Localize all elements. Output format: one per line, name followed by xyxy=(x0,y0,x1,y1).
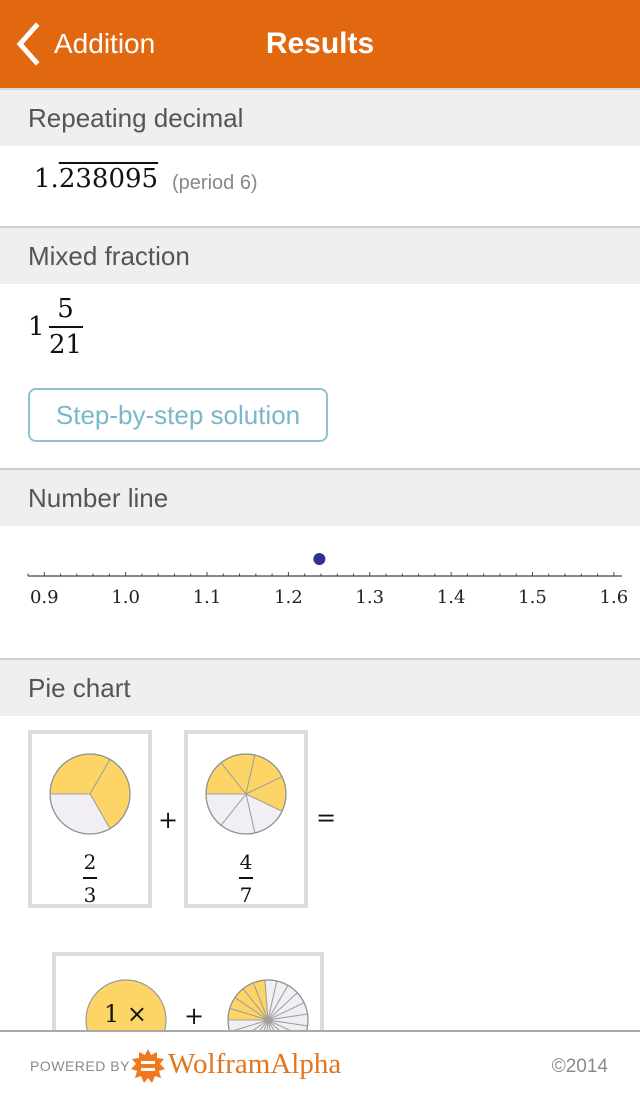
pod-number-line: Number line 0.9 1.0 1.1 1.2 1.3 1.4 1.5 1.6 xyxy=(0,468,640,658)
pod-mixed-fraction: Mixed fraction 1 5 21 Step-by-step solut… xyxy=(0,226,640,468)
pod-title: Pie chart xyxy=(0,658,640,716)
tick-label: 1.1 xyxy=(193,587,222,608)
mixed-fraction-value: 1 5 21 xyxy=(28,294,83,360)
fraction-denominator: 21 xyxy=(49,330,83,360)
pod-title: Number line xyxy=(0,468,640,526)
period-note: (period 6) xyxy=(172,172,258,194)
pie-box-two-thirds: 2 3 xyxy=(28,730,152,908)
pie-label: 4 7 xyxy=(188,850,304,907)
pie-two-thirds xyxy=(49,753,131,835)
fraction-numerator: 5 xyxy=(57,294,74,324)
pod-body: 1 5 21 Step-by-step solution xyxy=(0,284,640,468)
tick-label: 1.5 xyxy=(518,587,547,608)
plus-sign: + xyxy=(158,806,179,834)
decimal-repeating-part: 238095 xyxy=(58,164,159,194)
decimal-integer-part: 1. xyxy=(34,164,59,194)
pie-label-bar xyxy=(83,877,97,879)
pie-four-sevenths xyxy=(205,753,287,835)
number-line-chart: 0.9 1.0 1.1 1.2 1.3 1.4 1.5 1.6 xyxy=(27,553,629,608)
pod-body: 1.238095 (period 6) xyxy=(0,146,640,226)
pod-pie-chart: Pie chart 2 3 + 4 7 = 1 × + xyxy=(0,658,640,1030)
pod-title: Repeating decimal xyxy=(0,88,640,146)
page-title: Results xyxy=(0,22,640,66)
pod-title: Mixed fraction xyxy=(0,226,640,284)
whole-multiplier-label: 1 × xyxy=(104,1000,148,1028)
pie-label-numerator: 4 xyxy=(239,850,253,874)
pod-body: 2 3 + 4 7 = 1 × + xyxy=(0,716,640,1030)
page-title-text: Results xyxy=(265,27,375,60)
tick-label: 1.6 xyxy=(600,587,629,608)
pie-label: 2 3 xyxy=(32,850,148,907)
data-point xyxy=(313,553,326,565)
fraction-whole: 1 xyxy=(28,312,45,342)
pie-label-denominator: 7 xyxy=(239,882,253,907)
step-by-step-button[interactable]: Step-by-step solution xyxy=(28,388,328,442)
tick-label: 1.0 xyxy=(111,587,140,608)
tick-label: 0.9 xyxy=(30,587,59,608)
pie-box-result: 1 × + xyxy=(52,952,324,1030)
tick-label: 1.4 xyxy=(437,587,466,608)
decimal-value: 1.238095 xyxy=(34,164,158,194)
result-plus-sign: + xyxy=(184,1002,205,1030)
pie-label-bar xyxy=(239,877,253,879)
equals-sign: = xyxy=(316,804,337,832)
wolframalpha-brand[interactable]: WolframAlpha xyxy=(168,1048,341,1081)
pie-five-twentyfirsts xyxy=(227,979,309,1030)
results-content[interactable]: Repeating decimal 1.238095 (period 6) Mi… xyxy=(0,88,640,1030)
powered-by-label: POWERED BY xyxy=(30,1058,130,1074)
tick-label: 1.3 xyxy=(355,587,384,608)
pod-body: 0.9 1.0 1.1 1.2 1.3 1.4 1.5 1.6 xyxy=(0,526,640,658)
pie-label-numerator: 2 xyxy=(83,850,97,874)
pie-label-denominator: 3 xyxy=(83,882,97,907)
pod-repeating-decimal: Repeating decimal 1.238095 (period 6) xyxy=(0,88,640,226)
tick-label: 1.2 xyxy=(274,587,303,608)
navigation-bar: Addition Results xyxy=(0,0,640,88)
fraction: 5 21 xyxy=(48,294,83,360)
pie-box-four-sevenths: 4 7 xyxy=(184,730,308,908)
copyright: ©2014 xyxy=(551,1056,608,1077)
wolframalpha-logo-icon[interactable] xyxy=(130,1048,166,1084)
footer: POWERED BY WolframAlpha ©2014 xyxy=(0,1030,640,1098)
